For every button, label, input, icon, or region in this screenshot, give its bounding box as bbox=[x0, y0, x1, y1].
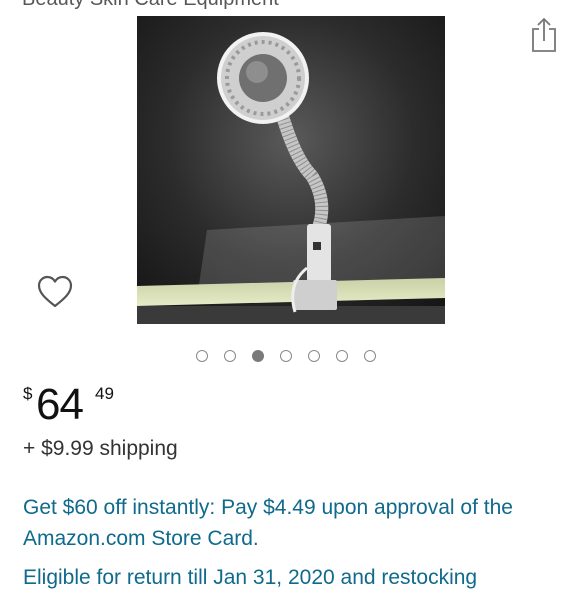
heart-icon bbox=[37, 275, 73, 308]
wishlist-button[interactable] bbox=[36, 274, 74, 310]
product-image[interactable] bbox=[137, 16, 445, 324]
carousel-dot[interactable] bbox=[364, 350, 376, 362]
price-currency: $ bbox=[23, 384, 33, 403]
product-subtitle: Beauty Skin Care Equipment bbox=[22, 0, 279, 11]
store-card-promo-link[interactable]: Get $60 off instantly: Pay $4.49 upon ap… bbox=[23, 492, 563, 554]
carousel-dot[interactable] bbox=[196, 350, 208, 362]
share-button[interactable] bbox=[530, 16, 558, 54]
carousel-dot[interactable] bbox=[252, 350, 264, 362]
carousel-dot[interactable] bbox=[308, 350, 320, 362]
share-icon bbox=[532, 17, 556, 52]
price-whole: 64 bbox=[36, 380, 84, 429]
return-policy-link[interactable]: Eligible for return till Jan 31, 2020 an… bbox=[23, 566, 477, 590]
price-fraction: 49 bbox=[95, 384, 114, 403]
carousel-dot[interactable] bbox=[224, 350, 236, 362]
carousel-dot[interactable] bbox=[336, 350, 348, 362]
shipping-cost: + $9.99 shipping bbox=[23, 437, 178, 460]
carousel-dot[interactable] bbox=[280, 350, 292, 362]
image-carousel-dots bbox=[196, 350, 376, 362]
